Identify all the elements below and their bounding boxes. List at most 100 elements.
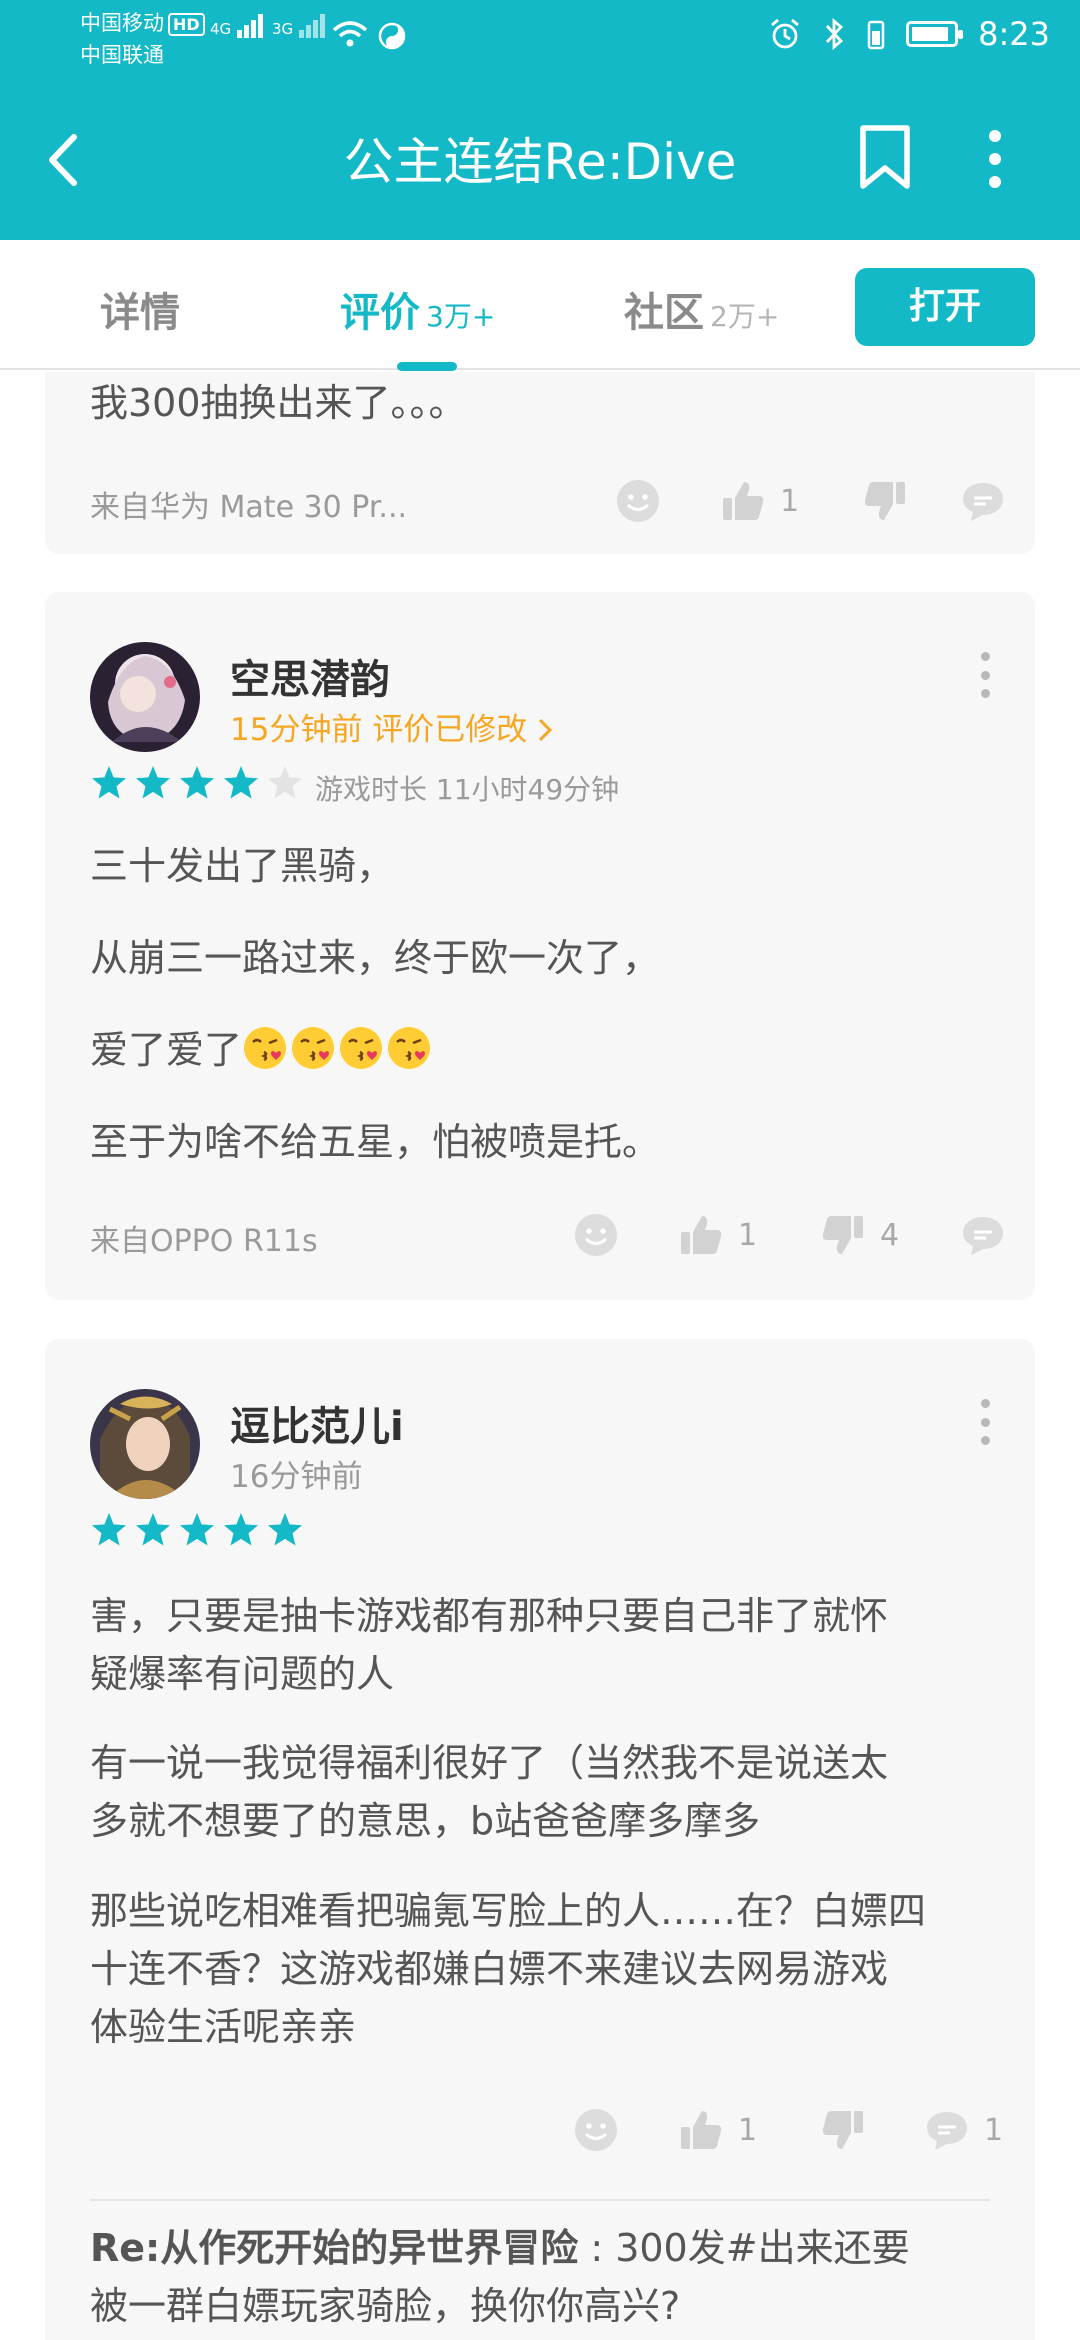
smiley-icon — [617, 480, 659, 522]
like-button[interactable]: 1 — [678, 1212, 757, 1258]
review-footer: 1 1 — [90, 2099, 1003, 2159]
review-text-line: 那些说吃相难看把骗氪写脸上的人……在？白嫖四 — [90, 1889, 927, 1933]
like-count: 1 — [738, 2112, 758, 2148]
comment-button[interactable]: 1 — [924, 2107, 1003, 2153]
kissing-face-icon — [388, 1027, 431, 1069]
status-right: 8:23 — [768, 15, 1050, 53]
star-icon — [224, 1513, 258, 1546]
dislike-button[interactable] — [820, 2107, 866, 2153]
tab-bar: 详情 评价 3万+ 社区 2万+ 打开 — [0, 240, 1080, 371]
battery-icon — [906, 21, 964, 47]
review-list[interactable]: 我300抽换出来了。。。 来自华为 Mate 30 Pr... 1 空思潜韵 1… — [0, 372, 1080, 2340]
like-count: 1 — [780, 483, 800, 519]
star-icon — [268, 1513, 302, 1546]
divider — [90, 2199, 990, 2201]
comment-button[interactable] — [960, 478, 1006, 524]
review-footer: 来自华为 Mate 30 Pr... 1 — [90, 470, 1003, 530]
tab-community-count: 2万+ — [710, 300, 780, 333]
review-text-span: 爱了爱了 — [90, 1028, 243, 1072]
reply-text: 被一群白嫖玩家骑脸，换你你高兴? — [90, 2284, 681, 2328]
smiley-icon — [575, 1214, 617, 1256]
like-button[interactable]: 1 — [678, 2107, 757, 2153]
tab-details[interactable]: 详情 — [100, 280, 180, 338]
chevron-right-icon — [539, 718, 553, 742]
review-time: 16分钟前 — [230, 1459, 363, 1495]
dislike-button[interactable]: 4 — [820, 1212, 899, 1258]
review-text-line: 多就不想要了的意思，b站爸爸摩多摩多 — [90, 1799, 761, 1843]
network-type-2: 3G — [272, 20, 294, 38]
review-menu-icon[interactable] — [980, 1399, 990, 1445]
comment-icon — [963, 483, 1003, 521]
comment-icon — [927, 2112, 967, 2150]
review-text: 我300抽换出来了。。。 — [90, 381, 467, 425]
star-icon — [224, 766, 258, 799]
avatar[interactable] — [90, 1389, 200, 1499]
thumbs-up-icon — [681, 2111, 722, 2149]
tab-details-label: 详情 — [100, 290, 180, 336]
network-type-1: 4G — [210, 20, 232, 38]
username[interactable]: 空思潜韵 — [230, 647, 390, 705]
react-button[interactable] — [573, 1212, 619, 1258]
review-text-line: 体验生活呢亲亲 — [90, 2005, 357, 2049]
dislike-count: 4 — [880, 1217, 900, 1253]
more-options-icon[interactable] — [980, 124, 1010, 194]
kissing-face-icon — [340, 1027, 383, 1069]
app-header: 中国移动 HD 中国联通 4G 3G 8:23 公主连结Re:Dive — [0, 0, 1080, 240]
device-label: 来自华为 Mate 30 Pr... — [90, 490, 408, 525]
reply-text: : 300发#出来还要 — [578, 2226, 910, 2270]
tab-community[interactable]: 社区 2万+ — [624, 280, 779, 338]
star-icon — [92, 1513, 126, 1546]
star-icon — [268, 766, 302, 799]
device-label: 来自OPPO R11s — [90, 1224, 318, 1259]
review-card: 空思潜韵 15分钟前 评价已修改 游戏时长 11小时49分钟 三十发出了黑骑， … — [45, 592, 1035, 1300]
review-text-line: 三十发出了黑骑， — [90, 844, 395, 888]
review-time: 15分钟前 — [230, 712, 363, 748]
review-footer: 来自OPPO R11s 1 4 — [90, 1204, 1003, 1264]
star-rating — [90, 764, 304, 802]
signal-icon: 4G — [210, 14, 264, 38]
bookmark-icon[interactable] — [855, 122, 915, 192]
emoji-row — [242, 1027, 434, 1072]
like-button[interactable]: 1 — [720, 478, 799, 524]
comment-icon — [963, 1217, 1003, 1255]
smiley-icon — [575, 2109, 617, 2151]
avatar[interactable] — [90, 642, 200, 752]
thumbs-up-icon — [681, 1216, 722, 1254]
tab-community-label: 社区 — [624, 290, 704, 336]
thumbs-up-icon — [723, 482, 764, 520]
username[interactable]: 逗比范儿i — [230, 1394, 404, 1452]
tab-reviews-count: 3万+ — [426, 300, 496, 333]
review-text-line: 爱了爱了 — [90, 1021, 434, 1079]
reply-count: 1 — [984, 2112, 1004, 2148]
clock: 8:23 — [978, 15, 1050, 53]
dislike-button[interactable] — [862, 478, 908, 524]
vibrate-battery-icon — [867, 20, 885, 50]
star-icon — [92, 766, 126, 799]
thumbs-down-icon — [864, 482, 905, 520]
thumbs-down-icon — [822, 2111, 863, 2149]
review-timestamp[interactable]: 15分钟前 评价已修改 — [230, 704, 553, 749]
reply-author[interactable]: Re:从作死开始的异世界冒险 — [90, 2226, 578, 2270]
star-icon — [180, 1513, 214, 1546]
alarm-icon — [771, 18, 800, 49]
review-text-line: 至于为啥不给五星，怕被喷是托。 — [90, 1120, 661, 1164]
carrier-1: 中国移动 — [80, 11, 164, 35]
review-text-line: 害，只要是抽卡游戏都有那种只要自己非了就怀 — [90, 1594, 889, 1638]
react-button[interactable] — [615, 478, 661, 524]
carrier-info: 中国移动 HD 中国联通 — [80, 8, 205, 70]
react-button[interactable] — [573, 2107, 619, 2153]
carrier-2: 中国联通 — [80, 43, 164, 67]
comment-button[interactable] — [960, 1212, 1006, 1258]
data-saver-icon — [378, 22, 406, 50]
tab-reviews[interactable]: 评价 3万+ — [340, 280, 495, 338]
bluetooth-icon — [826, 17, 844, 51]
hd-badge: HD — [168, 13, 205, 36]
reply-preview[interactable]: Re:从作死开始的异世界冒险 : 300发#出来还要 被一群白嫖玩家骑脸，换你你… — [90, 2219, 990, 2335]
toolbar: 公主连结Re:Dive — [0, 80, 1080, 240]
open-button[interactable]: 打开 — [855, 268, 1035, 346]
tab-indicator — [397, 362, 457, 371]
star-icon — [136, 766, 170, 799]
review-menu-icon[interactable] — [980, 652, 990, 698]
star-icon — [136, 1513, 170, 1546]
status-bar: 中国移动 HD 中国联通 4G 3G 8:23 — [0, 0, 1080, 75]
